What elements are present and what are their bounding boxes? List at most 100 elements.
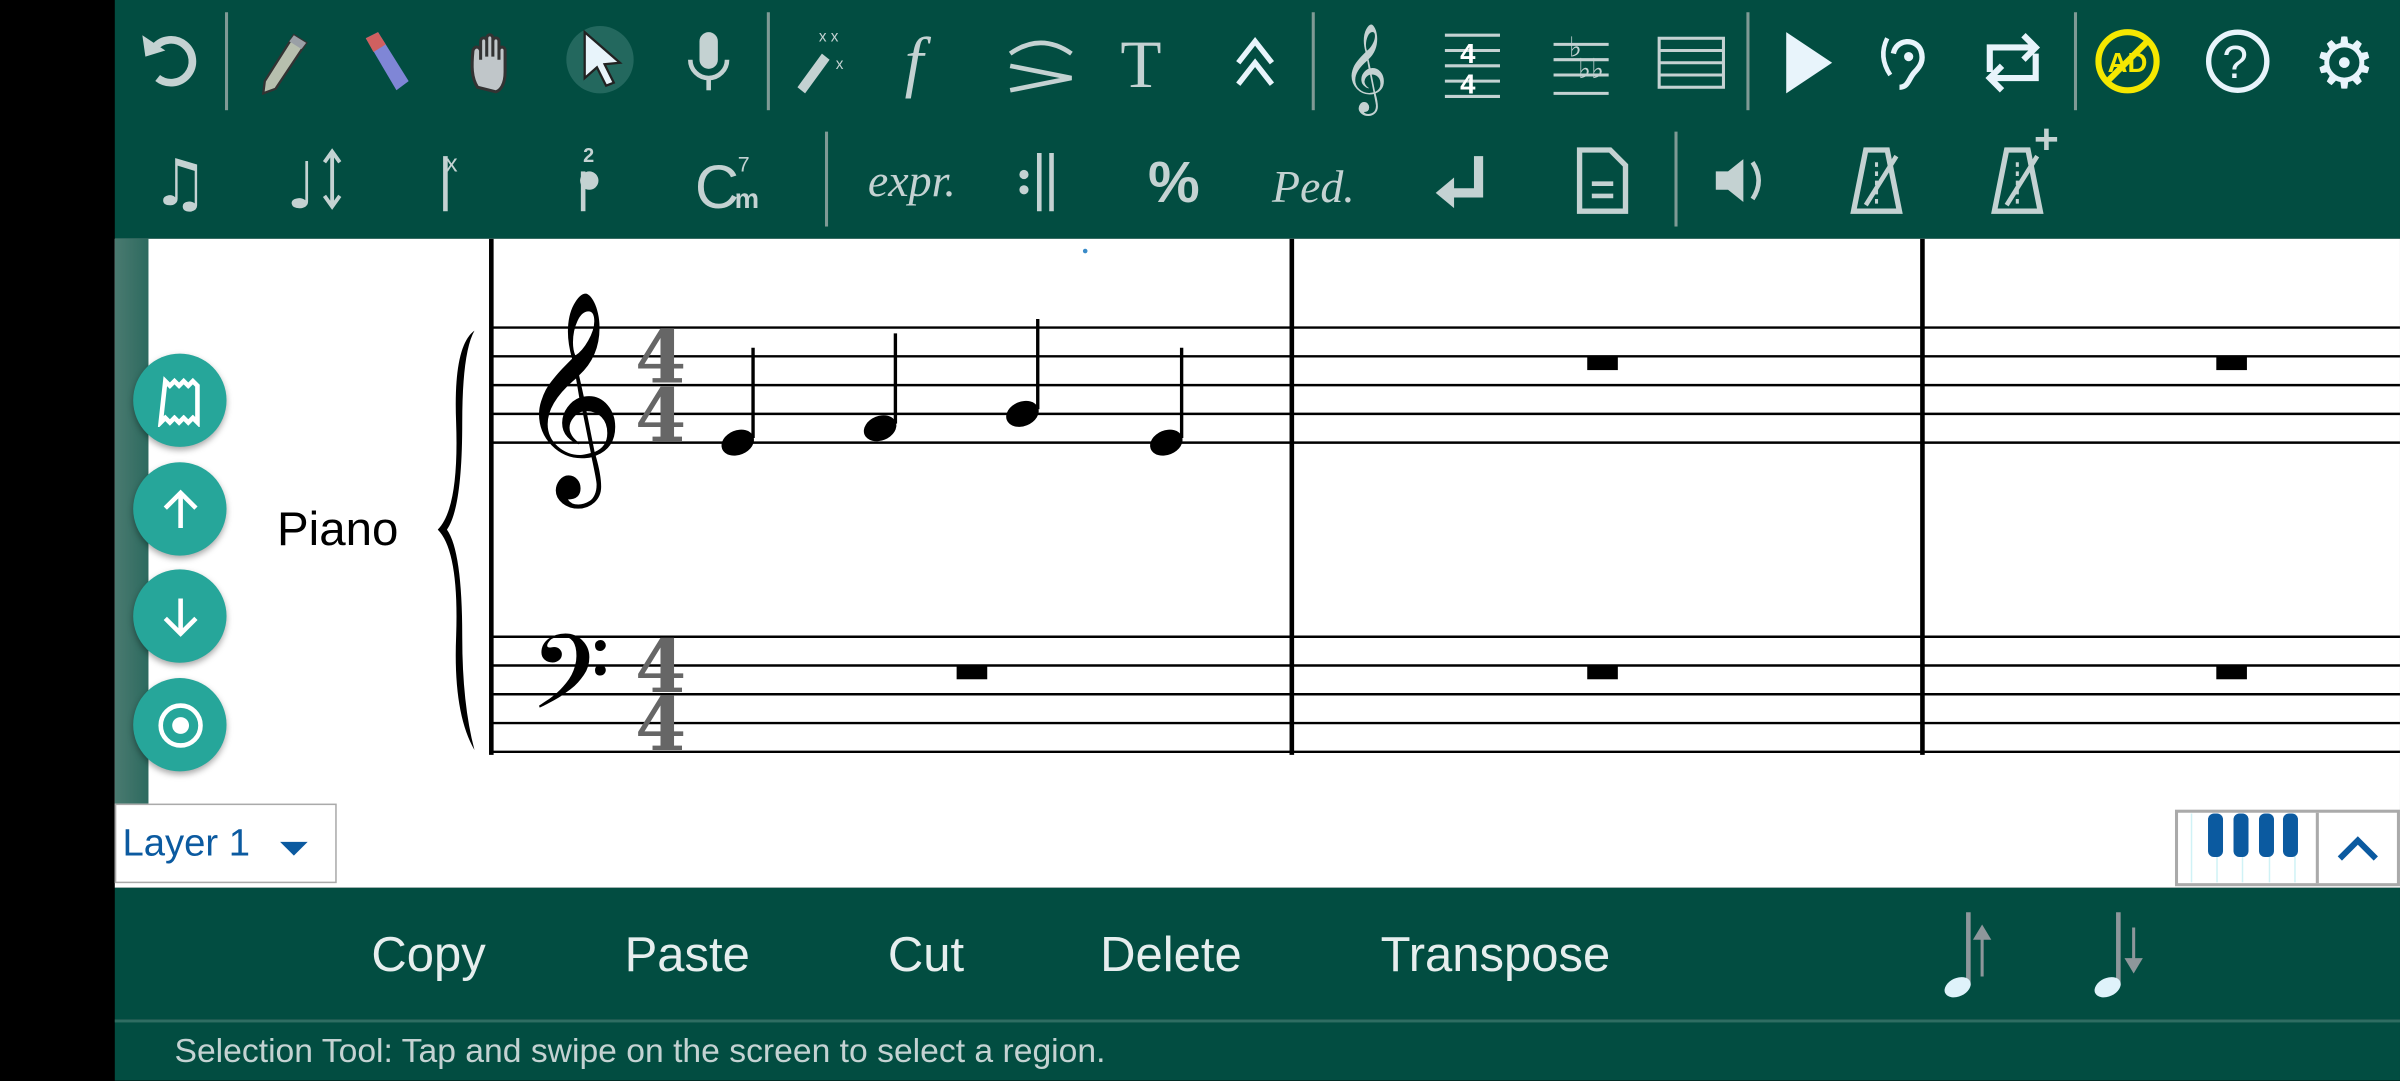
- articulation-button[interactable]: [996, 18, 1082, 104]
- no-ads-button[interactable]: AD: [2085, 18, 2171, 104]
- octave-up-icon: [1236, 36, 1275, 86]
- time-signature-bottom: 4: [635, 373, 686, 459]
- whole-rest: [2216, 356, 2247, 371]
- repeat-icon: [1985, 33, 2041, 93]
- volume-button[interactable]: [1699, 136, 1785, 222]
- svg-text:⚙: ⚙: [2313, 22, 2376, 104]
- toolbar-separator: [1674, 131, 1678, 227]
- time-signature-button[interactable]: 44: [1431, 18, 1517, 104]
- staff-icon: [1657, 36, 1725, 89]
- fingering-button[interactable]: 2: [548, 136, 634, 222]
- arrow-up-icon: [162, 488, 197, 528]
- page-button[interactable]: [1560, 136, 1646, 222]
- beamed-notes-button[interactable]: ♫: [141, 136, 227, 222]
- pedal-button[interactable]: Ped.: [1271, 136, 1359, 222]
- svg-text:♫: ♫: [152, 146, 210, 221]
- delete-button[interactable]: Delete: [1100, 927, 1242, 984]
- pitch-down-button[interactable]: [2082, 906, 2155, 1009]
- piano-keys-icon[interactable]: [2178, 813, 2316, 883]
- pitch-up-button[interactable]: [1932, 906, 2005, 1009]
- grace-note-icon: x: [443, 150, 458, 212]
- play-button[interactable]: [1766, 18, 1852, 104]
- keyboard-toggle[interactable]: [2174, 809, 2400, 887]
- undo-button[interactable]: [126, 18, 212, 104]
- treble-clef: 𝄞: [517, 288, 624, 509]
- magic-wand-icon: x x x: [797, 28, 844, 94]
- svg-text:T: T: [1120, 27, 1161, 102]
- key-signature-button[interactable]: ♭ ♭♭: [1540, 18, 1626, 104]
- svg-text:x: x: [836, 56, 844, 73]
- metronome-add-button[interactable]: [1978, 128, 2064, 222]
- volume-icon: [1715, 159, 1761, 203]
- scroll-down-button[interactable]: [133, 569, 227, 663]
- expression-button[interactable]: expr.: [868, 136, 958, 222]
- svg-text:Ped.: Ped.: [1271, 161, 1355, 212]
- note-pitch-button[interactable]: ♩: [276, 136, 362, 224]
- svg-text:?: ?: [2222, 36, 2248, 88]
- no-ads-icon: AD: [2095, 29, 2160, 94]
- articulation-icon: [1008, 40, 1073, 93]
- time-signature-bottom: 4: [635, 682, 686, 768]
- note-down-icon: [2094, 912, 2143, 998]
- microphone-button[interactable]: [666, 18, 752, 104]
- pedal-icon: Ped.: [1271, 161, 1355, 212]
- help-icon: ?: [2205, 29, 2270, 93]
- whole-rest: [2216, 665, 2247, 680]
- arrow-down-icon: [162, 597, 197, 637]
- grace-note-button[interactable]: x: [410, 136, 496, 222]
- clef-button[interactable]: 𝄞: [1322, 18, 1408, 115]
- clef-icon: 𝄞: [1342, 23, 1387, 115]
- page-view-button[interactable]: [133, 353, 227, 447]
- eraser-icon: [365, 32, 409, 91]
- svg-text:m: m: [735, 183, 759, 214]
- repeat-button[interactable]: [1970, 18, 2056, 104]
- svg-text:x: x: [445, 150, 457, 177]
- expression-icon: expr.: [868, 155, 956, 206]
- dynamics-icon: f: [905, 24, 932, 99]
- layer-select[interactable]: Layer 1: [114, 803, 337, 884]
- staff-button[interactable]: [1648, 18, 1734, 104]
- hand-button[interactable]: [452, 18, 538, 104]
- repeat-barline-icon: [1019, 153, 1054, 212]
- cut-button[interactable]: Cut: [888, 927, 964, 984]
- chord-symbol-button[interactable]: C7 m: [687, 136, 773, 222]
- pencil-button[interactable]: [240, 18, 326, 104]
- toolbar-separator: [2073, 12, 2078, 111]
- ear-button[interactable]: [1864, 18, 1950, 104]
- paste-button[interactable]: Paste: [625, 927, 750, 984]
- whole-rest: [1587, 356, 1618, 371]
- score-canvas[interactable]: 𝄞 𝄢 4 4 4 4: [114, 238, 2400, 888]
- eraser-button[interactable]: [343, 18, 429, 104]
- undo-icon: [142, 35, 197, 87]
- toolbar-separator: [824, 131, 829, 227]
- hand-icon: [470, 33, 507, 94]
- ear-icon: [1881, 37, 1925, 90]
- settings-icon: ⚙: [2313, 22, 2376, 104]
- selection-arrow-button[interactable]: [559, 18, 645, 104]
- line-break-icon: [1435, 156, 1484, 209]
- svg-text:4: 4: [1460, 38, 1476, 69]
- chevron-up-icon[interactable]: [2319, 813, 2397, 883]
- svg-text:2: 2: [583, 145, 594, 167]
- center-button[interactable]: [133, 678, 227, 772]
- repeat-barline-button[interactable]: [998, 136, 1084, 222]
- scroll-up-button[interactable]: [133, 462, 227, 556]
- help-button[interactable]: ?: [2195, 18, 2281, 104]
- measure-repeat-button[interactable]: %: [1131, 136, 1217, 222]
- text-button[interactable]: T: [1104, 18, 1190, 104]
- settings-button[interactable]: ⚙: [2302, 18, 2388, 104]
- octave-up-button[interactable]: [1212, 18, 1298, 104]
- dynamics-button[interactable]: f: [885, 18, 971, 104]
- line-break-button[interactable]: [1419, 136, 1505, 222]
- key-signature-icon: ♭♭♭: [1553, 32, 1609, 95]
- microphone-icon: [688, 32, 730, 91]
- svg-text:%: %: [1148, 150, 1200, 215]
- copy-button[interactable]: Copy: [371, 927, 485, 984]
- whole-rest: [956, 665, 988, 680]
- pencil-icon: [261, 33, 308, 96]
- metronome-button[interactable]: [1837, 136, 1923, 222]
- transpose-button[interactable]: Transpose: [1381, 927, 1611, 984]
- score-staves[interactable]: 𝄞𝄢4444: [115, 238, 2400, 888]
- magic-wand-button[interactable]: x x x: [778, 18, 864, 104]
- page-icon: [1576, 147, 1629, 214]
